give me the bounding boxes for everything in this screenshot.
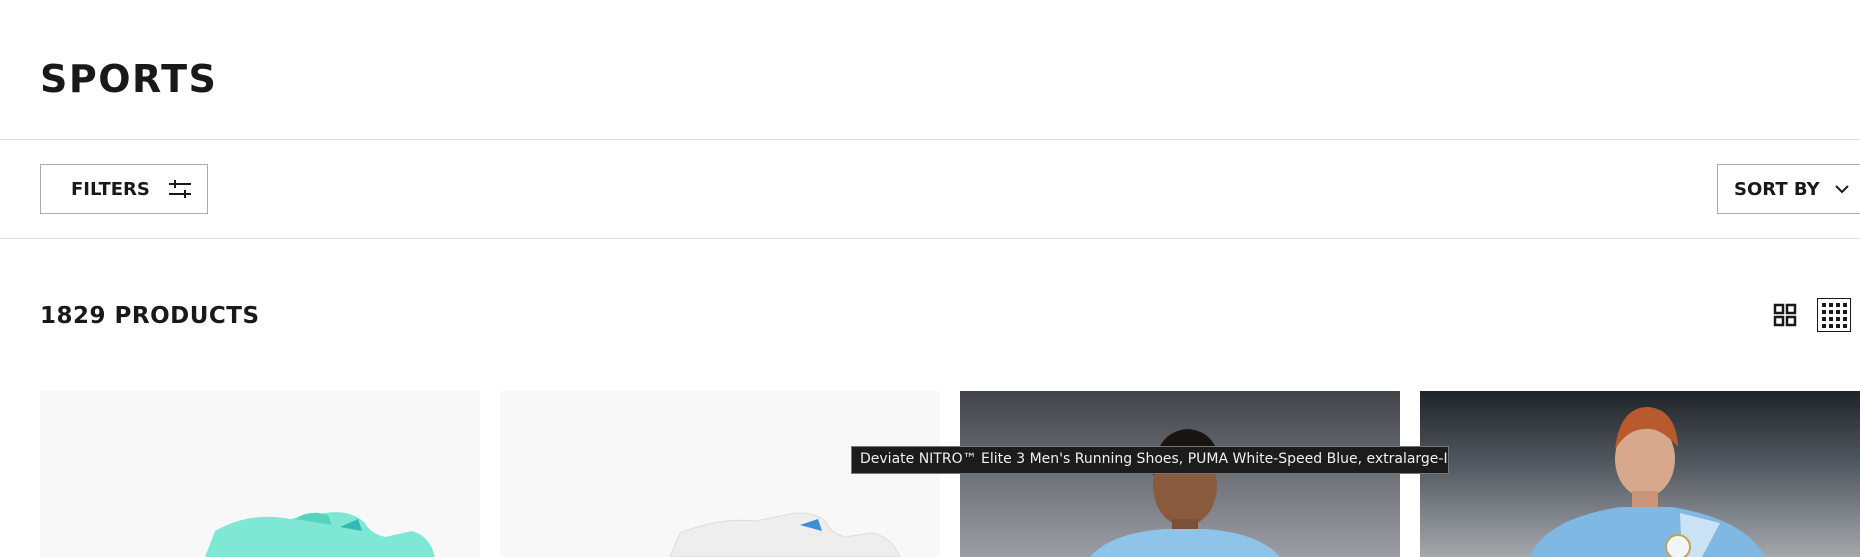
filters-button[interactable]: FILTERS [40,164,208,214]
product-count: 1829 PRODUCTS [40,303,260,329]
sliders-icon [168,180,191,198]
grid-2-icon [1773,303,1797,327]
product-card[interactable] [960,391,1400,557]
chevron-down-icon [1834,185,1849,194]
sort-by-button[interactable]: SORT BY [1717,164,1860,214]
divider [0,238,1860,239]
divider [0,139,1860,140]
product-image [669,512,901,557]
page-title: SPORTS [40,57,218,101]
product-tooltip: Deviate NITRO™ Elite 3 Men's Running Sho… [851,446,1449,474]
product-card[interactable] [1420,391,1860,557]
product-image [1090,429,1280,557]
product-image [1530,407,1765,557]
filters-button-label: FILTERS [71,178,150,200]
grid-4-icon [1822,303,1847,328]
product-card[interactable] [40,391,480,557]
grid-4-view-button[interactable] [1817,298,1851,332]
grid-2-view-button[interactable] [1770,300,1800,330]
sort-by-label: SORT BY [1734,178,1820,200]
product-card[interactable] [500,391,940,557]
product-image [205,512,435,557]
